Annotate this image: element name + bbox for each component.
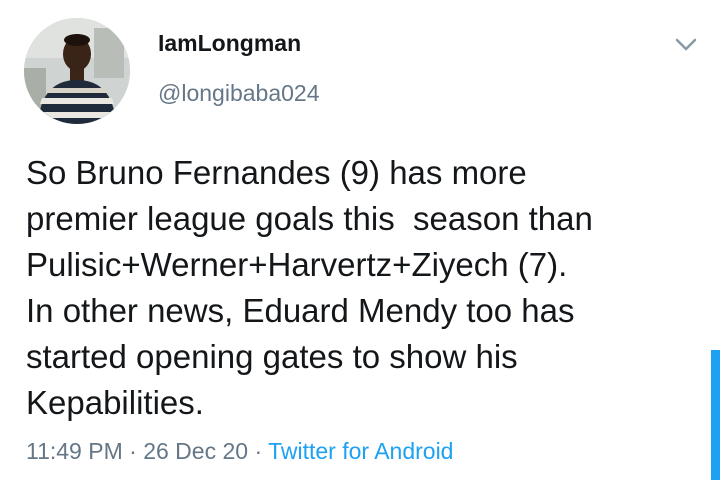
tweet-time[interactable]: 11:49 PM: [26, 438, 123, 464]
tweet-meta: 11:49 PM · 26 Dec 20 · Twitter for Andro…: [26, 438, 453, 465]
scrollbar-thumb[interactable]: [711, 350, 720, 480]
tweet-card: IamLongman @longibaba024 So Bruno Fernan…: [0, 0, 720, 480]
tweet-text-line: started opening gates to show his: [26, 338, 518, 375]
tweet-text: So Bruno Fernandes (9) has more premier …: [26, 150, 706, 426]
meta-separator: ·: [129, 438, 137, 464]
tweet-date[interactable]: 26 Dec 20: [143, 438, 248, 464]
tweet-text-line: Kepabilities.: [26, 384, 204, 421]
tweet-text-line: premier league goals this season than: [26, 200, 593, 237]
user-handle[interactable]: @longibaba024: [158, 80, 319, 107]
tweet-text-line: In other news, Eduard Mendy too has: [26, 292, 575, 329]
avatar[interactable]: [24, 18, 130, 124]
chevron-down-icon: [675, 38, 697, 51]
meta-separator: ·: [254, 438, 263, 464]
tweet-text-line: Pulisic+Werner+Harvertz+Ziyech (7).: [26, 246, 568, 283]
display-name[interactable]: IamLongman: [158, 30, 301, 57]
tweet-source-link[interactable]: Twitter for Android: [268, 438, 453, 464]
tweet-text-line: So Bruno Fernandes (9) has more: [26, 154, 527, 191]
more-options-button[interactable]: [670, 30, 702, 58]
avatar-photo: [24, 18, 130, 124]
